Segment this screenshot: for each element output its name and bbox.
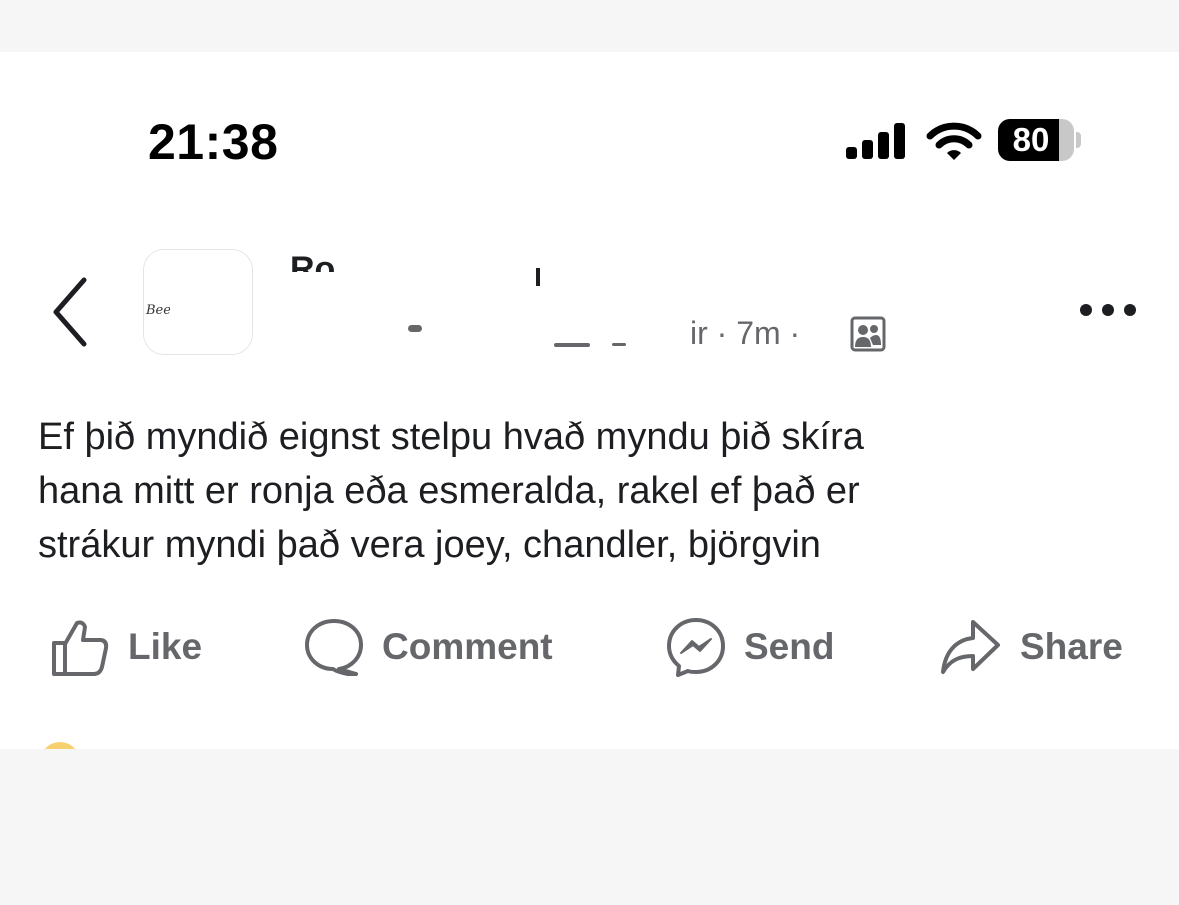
post-text: Ef þið myndið eignst stelpu hvað myndu þ…: [38, 410, 1148, 572]
author-name-redacted: [536, 268, 540, 286]
post-time[interactable]: 7m: [736, 315, 780, 351]
like-label: Like: [128, 626, 203, 667]
post-meta: ir · 7m ·: [690, 313, 800, 353]
share-button[interactable]: Share: [940, 614, 1123, 680]
meta-redacted: [406, 313, 686, 353]
send-label: Send: [744, 626, 835, 667]
more-options-button[interactable]: [1076, 292, 1140, 328]
send-button[interactable]: Send: [666, 614, 834, 680]
comment-label: Comment: [382, 626, 553, 667]
battery-icon: 80: [998, 119, 1084, 163]
post-text-line: hana mitt er ronja eða esmeralda, rakel …: [38, 470, 860, 512]
comment-button[interactable]: Comment: [304, 614, 553, 680]
meta-separator: ·: [789, 315, 801, 351]
more-horizontal-icon: [1080, 304, 1092, 316]
messenger-icon: [667, 618, 725, 677]
like-button[interactable]: Like: [50, 614, 202, 680]
post-text-line: Ef þið myndið eignst stelpu hvað myndu þ…: [38, 416, 864, 458]
avatar-text: Bee: [146, 303, 171, 318]
signal-icon: [846, 123, 906, 159]
post-text-line: strákur myndi það vera joey, chandler, b…: [38, 524, 821, 566]
share-label: Share: [1020, 626, 1123, 667]
meta-separator: ·: [716, 315, 728, 351]
share-icon: [941, 620, 1000, 674]
wifi-icon: [926, 122, 982, 160]
meta-fragment: ir: [690, 315, 708, 351]
avatar[interactable]: Bee: [144, 250, 252, 354]
thumbs-up-icon: [52, 620, 109, 676]
group-icon: [850, 316, 886, 352]
author-name[interactable]: Ro: [290, 250, 360, 272]
chevron-left-icon[interactable]: [40, 272, 100, 352]
comment-icon: [305, 619, 363, 676]
battery-percent: 80: [1012, 121, 1050, 158]
status-time: 21:38: [148, 114, 279, 170]
commenter-avatar[interactable]: [40, 742, 80, 749]
